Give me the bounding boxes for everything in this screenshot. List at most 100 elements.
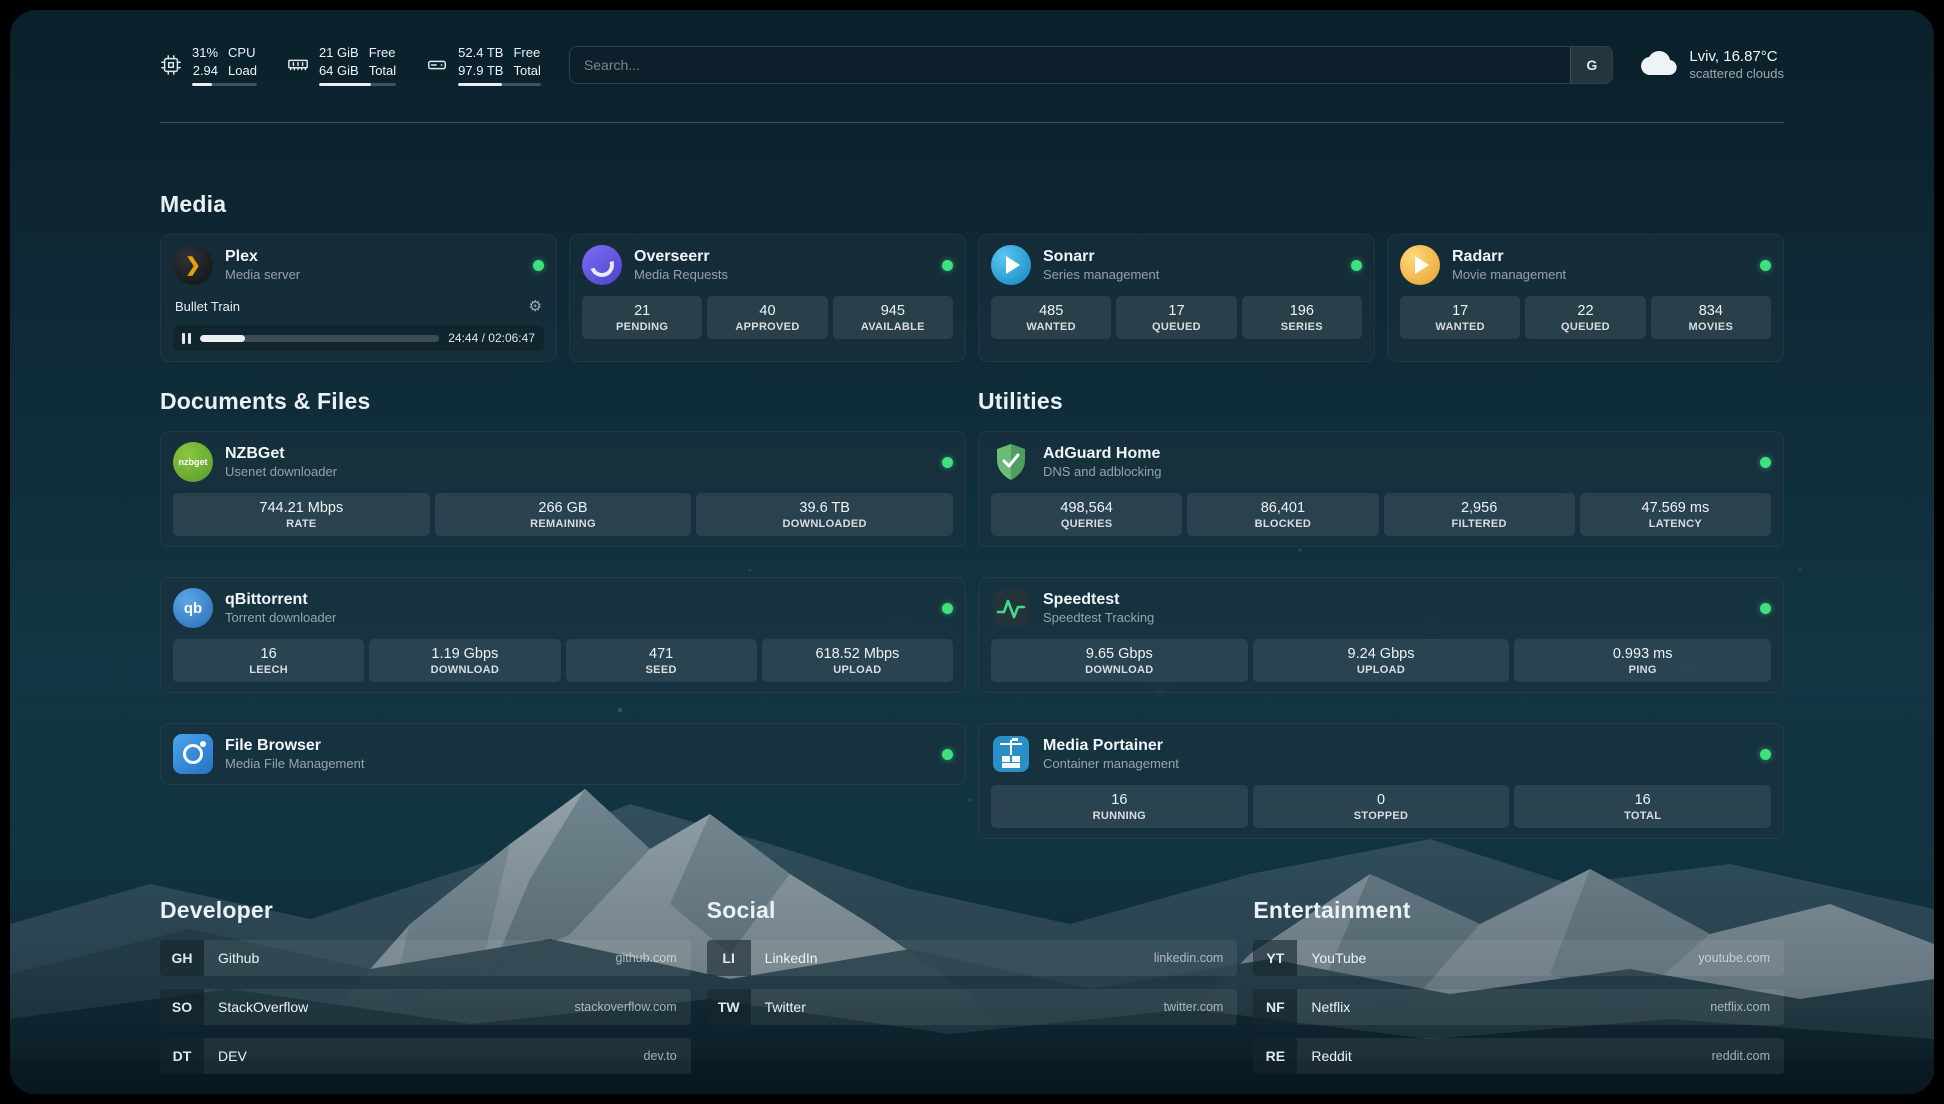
status-dot bbox=[1760, 457, 1771, 468]
stat-leech: 16LEECH bbox=[173, 639, 364, 682]
service-card-speedtest[interactable]: Speedtest Speedtest Tracking 9.65 GbpsDO… bbox=[978, 577, 1784, 693]
section-documents: Documents & Files nzbget NZBGet Usenet d… bbox=[160, 388, 966, 785]
qbittorrent-icon: qb bbox=[173, 588, 213, 628]
status-dot bbox=[1760, 749, 1771, 760]
search-provider-button[interactable]: G bbox=[1570, 47, 1612, 83]
service-subtitle: Media File Management bbox=[225, 756, 364, 772]
nzbget-icon: nzbget bbox=[173, 442, 213, 482]
weather-widget: Lviv, 16.87°C scattered clouds bbox=[1641, 45, 1784, 86]
service-subtitle: Usenet downloader bbox=[225, 464, 337, 480]
adguard-icon bbox=[991, 442, 1031, 482]
stat-wanted: 17WANTED bbox=[1400, 296, 1520, 339]
cpu-load-label: Load bbox=[228, 62, 257, 80]
service-subtitle: DNS and adblocking bbox=[1043, 464, 1162, 480]
status-dot bbox=[942, 749, 953, 760]
status-dot bbox=[942, 603, 953, 614]
service-card-radarr[interactable]: Radarr Movie management 17WANTED 22QUEUE… bbox=[1387, 234, 1784, 362]
stat-remaining: 266 GBREMAINING bbox=[435, 493, 692, 536]
resource-widget-cpu: 31% CPU 2.94 Load bbox=[160, 44, 257, 86]
memory-total-value: 64 GiB bbox=[319, 62, 359, 80]
service-subtitle: Movie management bbox=[1452, 267, 1566, 283]
bookmark-stackoverflow[interactable]: SO StackOverflow stackoverflow.com bbox=[160, 989, 691, 1025]
cloud-icon bbox=[1641, 45, 1677, 86]
memory-free-value: 21 GiB bbox=[319, 44, 359, 62]
service-title: Media Portainer bbox=[1043, 736, 1179, 755]
playback-progress-bar bbox=[200, 335, 439, 342]
service-title: Overseerr bbox=[634, 247, 728, 266]
cpu-icon bbox=[160, 54, 182, 76]
service-card-sonarr[interactable]: Sonarr Series management 485WANTED 17QUE… bbox=[978, 234, 1375, 362]
service-title: Sonarr bbox=[1043, 247, 1159, 266]
service-title: Plex bbox=[225, 247, 300, 266]
resource-widget-memory: 21 GiB Free 64 GiB Total bbox=[287, 44, 396, 86]
service-card-portainer[interactable]: Media Portainer Container management 16R… bbox=[978, 723, 1784, 839]
resource-widget-disk: 52.4 TB Free 97.9 TB Total bbox=[426, 44, 541, 86]
stat-downloaded: 39.6 TBDOWNLOADED bbox=[696, 493, 953, 536]
service-title: Radarr bbox=[1452, 247, 1566, 266]
section-title-entertainment: Entertainment bbox=[1253, 897, 1784, 924]
status-dot bbox=[942, 260, 953, 271]
service-title: qBittorrent bbox=[225, 590, 336, 609]
disk-free-label: Free bbox=[513, 44, 540, 62]
pause-icon[interactable] bbox=[182, 333, 191, 344]
stat-stopped: 0STOPPED bbox=[1253, 785, 1510, 828]
status-dot bbox=[1760, 603, 1771, 614]
section-title-utilities: Utilities bbox=[978, 388, 1784, 415]
service-card-filebrowser[interactable]: File Browser Media File Management bbox=[160, 723, 966, 785]
disk-usage-bar bbox=[458, 83, 541, 86]
service-title: NZBGet bbox=[225, 444, 337, 463]
stat-queued: 17QUEUED bbox=[1116, 296, 1236, 339]
cpu-usage-label: CPU bbox=[228, 44, 257, 62]
service-card-qbittorrent[interactable]: qb qBittorrent Torrent downloader 16LEEC… bbox=[160, 577, 966, 693]
bookmark-youtube[interactable]: YT YouTube youtube.com bbox=[1253, 940, 1784, 976]
topbar: 31% CPU 2.94 Load 21 bbox=[160, 10, 1784, 86]
section-title-developer: Developer bbox=[160, 897, 691, 924]
stat-total: 16TOTAL bbox=[1514, 785, 1771, 828]
service-card-adguard[interactable]: AdGuard Home DNS and adblocking 498,564Q… bbox=[978, 431, 1784, 547]
service-card-nzbget[interactable]: nzbget NZBGet Usenet downloader 744.21 M… bbox=[160, 431, 966, 547]
service-subtitle: Media server bbox=[225, 267, 300, 283]
status-dot bbox=[533, 260, 544, 271]
stat-queued: 22QUEUED bbox=[1525, 296, 1645, 339]
stat-ping: 0.993 msPING bbox=[1514, 639, 1771, 682]
bookmark-group-social: Social LI LinkedIn linkedin.com TW Twitt… bbox=[707, 897, 1238, 1074]
stat-latency: 47.569 msLATENCY bbox=[1580, 493, 1771, 536]
bookmark-netflix[interactable]: NF Netflix netflix.com bbox=[1253, 989, 1784, 1025]
search-input[interactable] bbox=[570, 47, 1570, 83]
speedtest-icon bbox=[991, 588, 1031, 628]
stat-download: 1.19 GbpsDOWNLOAD bbox=[369, 639, 560, 682]
disk-total-label: Total bbox=[513, 62, 540, 80]
service-title: File Browser bbox=[225, 736, 364, 755]
memory-free-label: Free bbox=[369, 44, 396, 62]
weather-location: Lviv, 16.87°C bbox=[1689, 47, 1784, 67]
dashboard-screen: 31% CPU 2.94 Load 21 bbox=[10, 10, 1934, 1094]
cpu-usage-bar bbox=[192, 83, 257, 86]
plex-progress-row: 24:44 / 02:06:47 bbox=[173, 325, 544, 351]
status-dot bbox=[1760, 260, 1771, 271]
status-dot bbox=[1351, 260, 1362, 271]
bookmark-twitter[interactable]: TW Twitter twitter.com bbox=[707, 989, 1238, 1025]
bookmark-reddit[interactable]: RE Reddit reddit.com bbox=[1253, 1038, 1784, 1074]
stat-movies: 834MOVIES bbox=[1651, 296, 1771, 339]
service-card-overseerr[interactable]: Overseerr Media Requests 21PENDING 40APP… bbox=[569, 234, 966, 362]
bookmark-linkedin[interactable]: LI LinkedIn linkedin.com bbox=[707, 940, 1238, 976]
stat-series: 196SERIES bbox=[1242, 296, 1362, 339]
bookmark-group-entertainment: Entertainment YT YouTube youtube.com NF … bbox=[1253, 897, 1784, 1074]
service-subtitle: Media Requests bbox=[634, 267, 728, 283]
service-card-plex[interactable]: Plex Media server Bullet Train 24:44 / 0… bbox=[160, 234, 557, 362]
service-subtitle: Container management bbox=[1043, 756, 1179, 772]
stat-rate: 744.21 MbpsRATE bbox=[173, 493, 430, 536]
plex-settings-gear-icon[interactable] bbox=[529, 297, 542, 315]
section-title-documents: Documents & Files bbox=[160, 388, 966, 415]
filebrowser-icon bbox=[173, 734, 213, 774]
sonarr-icon bbox=[991, 245, 1031, 285]
bookmark-dev[interactable]: DT DEV dev.to bbox=[160, 1038, 691, 1074]
service-subtitle: Torrent downloader bbox=[225, 610, 336, 626]
resource-widgets: 31% CPU 2.94 Load 21 bbox=[160, 44, 541, 86]
service-subtitle: Speedtest Tracking bbox=[1043, 610, 1154, 626]
stat-blocked: 86,401BLOCKED bbox=[1187, 493, 1378, 536]
stat-wanted: 485WANTED bbox=[991, 296, 1111, 339]
bookmark-github[interactable]: GH Github github.com bbox=[160, 940, 691, 976]
stat-queries: 498,564QUERIES bbox=[991, 493, 1182, 536]
search-bar: G bbox=[569, 46, 1613, 84]
